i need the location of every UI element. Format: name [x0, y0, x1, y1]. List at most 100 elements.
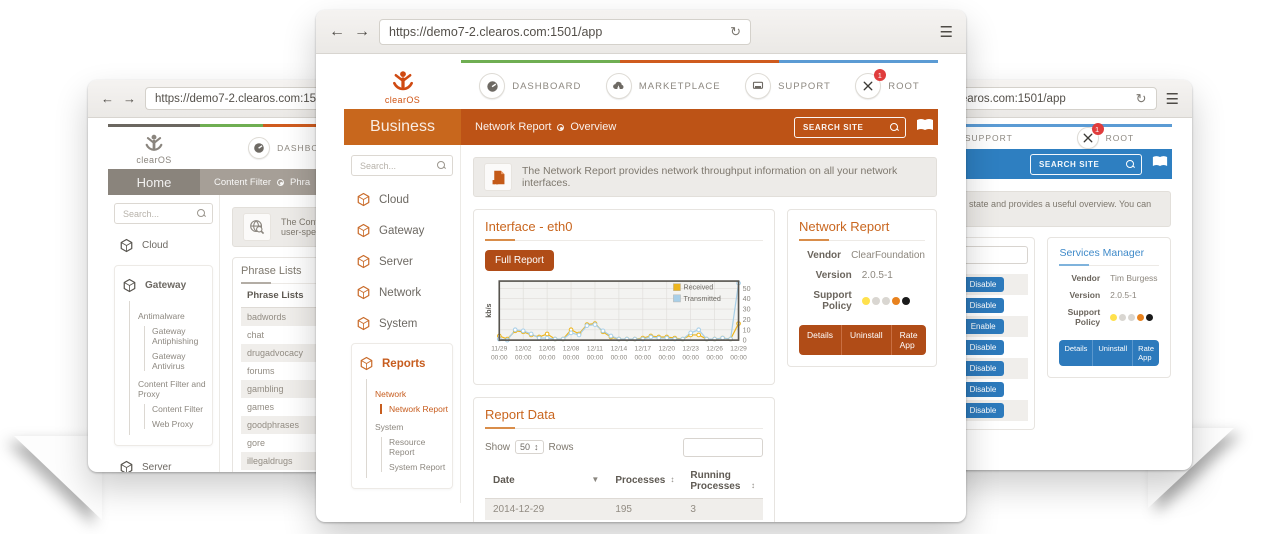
sidebar-search-input[interactable]	[358, 160, 433, 172]
back-icon[interactable]: ←	[329, 24, 345, 40]
support-policy-dot	[1128, 314, 1135, 321]
rate-app-button[interactable]: Rate App	[892, 325, 926, 355]
nav-dashboard[interactable]: DASHBOARD	[479, 73, 581, 99]
sidebar-item-gateway-antiphishing[interactable]: Gateway Antiphishing	[152, 326, 212, 346]
sidebar-item-reports[interactable]: Reports	[359, 356, 452, 371]
sidebar-expanded-reports: Reports Network Network Report System	[351, 343, 453, 489]
sidebar-item-gateway[interactable]: Gateway	[122, 278, 212, 293]
site-search[interactable]	[1030, 154, 1142, 175]
column-header-processes[interactable]: Processes ↕	[607, 465, 682, 499]
svg-text:10: 10	[743, 326, 751, 334]
forward-icon[interactable]: →	[123, 92, 136, 105]
svg-text:12/23: 12/23	[682, 345, 699, 352]
service-toggle-button[interactable]: Disable	[962, 340, 1005, 355]
panel-title: Interface - eth0	[485, 219, 763, 241]
notification-badge: 1	[1092, 123, 1104, 135]
service-toggle-button[interactable]: Disable	[962, 298, 1005, 313]
services-manager-panel: Services Manager Vendor Tim Burgess Vers…	[1047, 237, 1171, 378]
rate-app-button[interactable]: Rate App	[1133, 340, 1159, 366]
breadcrumb-section[interactable]: Content Filter	[214, 177, 271, 188]
sidebar-item[interactable]: Cloud	[356, 192, 453, 207]
search-icon	[1126, 160, 1135, 169]
site-search-input[interactable]	[1037, 159, 1121, 170]
service-toggle-button[interactable]: Enable	[963, 319, 1004, 334]
brand-text: clearOS	[385, 95, 420, 105]
table-filter-input[interactable]	[683, 438, 763, 457]
svg-text:00:00: 00:00	[706, 354, 723, 361]
nav-root[interactable]: 1 ROOT	[855, 73, 919, 99]
browser-chrome: ← → https://demo7-2.clearos.com:1501/app…	[316, 10, 966, 54]
clearos-logo-icon	[390, 68, 416, 94]
svg-text:11/29: 11/29	[491, 345, 507, 352]
support-policy-dot	[892, 297, 900, 305]
service-toggle-button[interactable]: Disable	[962, 361, 1005, 376]
sidebar-item-network-report[interactable]: Network Report	[380, 404, 452, 414]
clearos-page: clearOS DASHBOARD MARKETPLACE	[344, 60, 938, 522]
site-search-input[interactable]	[801, 122, 885, 133]
svg-text:00:00: 00:00	[682, 354, 699, 361]
sort-desc-icon[interactable]: ▼	[591, 475, 599, 484]
svg-text:0: 0	[743, 337, 747, 345]
sidebar-item-system-report[interactable]: System Report	[389, 462, 452, 472]
sidebar-search-input[interactable]	[121, 208, 193, 220]
full-report-button[interactable]: Full Report	[485, 250, 554, 271]
support-policy-dot	[882, 297, 890, 305]
sort-icon[interactable]: ↕	[751, 481, 755, 490]
app-buttons: Details Uninstall Rate App	[799, 325, 926, 355]
uninstall-button[interactable]: Uninstall	[842, 325, 892, 355]
url-bar[interactable]: 2.clearos.com:1501/app ↻	[933, 87, 1157, 110]
service-toggle-button[interactable]: Disable	[962, 277, 1005, 292]
services-filter-input[interactable]	[958, 246, 1028, 264]
user-guide-icon[interactable]	[1152, 155, 1168, 173]
nav-root[interactable]: 1 ROOT	[1077, 127, 1135, 149]
cube-icon	[356, 254, 371, 269]
svg-text:12/17: 12/17	[635, 345, 652, 352]
nav-support[interactable]: SUPPORT	[745, 73, 831, 99]
nav-marketplace[interactable]: MARKETPLACE	[606, 73, 721, 99]
table-row[interactable]: 2014-12-29 195 3	[485, 498, 763, 520]
sidebar-item-resource-report[interactable]: Resource Report	[389, 437, 452, 457]
user-guide-icon[interactable]	[916, 118, 934, 137]
svg-text:00:00: 00:00	[539, 354, 556, 361]
sidebar: Cloud Gateway Server Network Sys	[344, 145, 461, 503]
sort-icon[interactable]: ↕	[670, 475, 674, 484]
page-size-select[interactable]: 50 ↕	[515, 440, 544, 454]
back-icon[interactable]: ←	[101, 92, 114, 105]
menu-icon[interactable]: ☰	[940, 23, 953, 41]
sidebar-item-gateway-antivirus[interactable]: Gateway Antivirus	[152, 351, 212, 371]
sidebar-item[interactable]: Server	[119, 460, 213, 472]
service-toggle-button[interactable]: Disable	[962, 403, 1005, 418]
reports-subtree: Network Network Report System Resource R…	[366, 379, 452, 478]
top-nav: DASHBOARD MARKETPLACE SUPPORT	[461, 63, 938, 109]
forward-icon[interactable]: →	[354, 24, 370, 40]
sidebar-item-cloud[interactable]: Cloud	[119, 238, 213, 253]
support-policy-dot	[1137, 314, 1144, 321]
network-report-icon	[484, 163, 512, 191]
column-header-date[interactable]: Date ▼	[485, 465, 607, 499]
sidebar-item-web-proxy[interactable]: Web Proxy	[152, 419, 212, 429]
sidebar-item[interactable]: Network	[356, 285, 453, 300]
menu-icon[interactable]: ☰	[1166, 90, 1179, 108]
service-toggle-button[interactable]: Disable	[962, 382, 1005, 397]
sidebar-items: Cloud Gateway Server Network Sys	[351, 192, 453, 331]
column-header-running-processes[interactable]: Running Processes ↕	[682, 465, 763, 499]
sidebar-search[interactable]	[114, 203, 213, 224]
breadcrumb-section[interactable]: Network Report	[475, 121, 551, 133]
sidebar-item[interactable]: System	[356, 316, 453, 331]
sidebar-item[interactable]: Server	[356, 254, 453, 269]
logo[interactable]: clearOS	[344, 63, 461, 109]
details-button[interactable]: Details	[1059, 340, 1093, 366]
sidebar-search[interactable]	[351, 155, 453, 176]
sidebar-item[interactable]: Gateway	[356, 223, 453, 238]
reload-icon[interactable]: ↻	[1136, 91, 1147, 107]
logo[interactable]: clearOS	[108, 127, 200, 169]
site-search[interactable]	[794, 117, 906, 138]
uninstall-button[interactable]: Uninstall	[1093, 340, 1133, 366]
browser-window-center: ← → https://demo7-2.clearos.com:1501/app…	[316, 10, 966, 522]
reload-icon[interactable]: ↻	[730, 24, 741, 40]
svg-text:Received: Received	[684, 284, 714, 292]
details-button[interactable]: Details	[799, 325, 842, 355]
url-bar[interactable]: https://demo7-2.clearos.com:1501/app ↻	[379, 19, 751, 45]
sidebar-item-content-filter[interactable]: Content Filter	[152, 404, 212, 414]
table-row[interactable]: 2014-12-28 178 3	[485, 520, 763, 522]
